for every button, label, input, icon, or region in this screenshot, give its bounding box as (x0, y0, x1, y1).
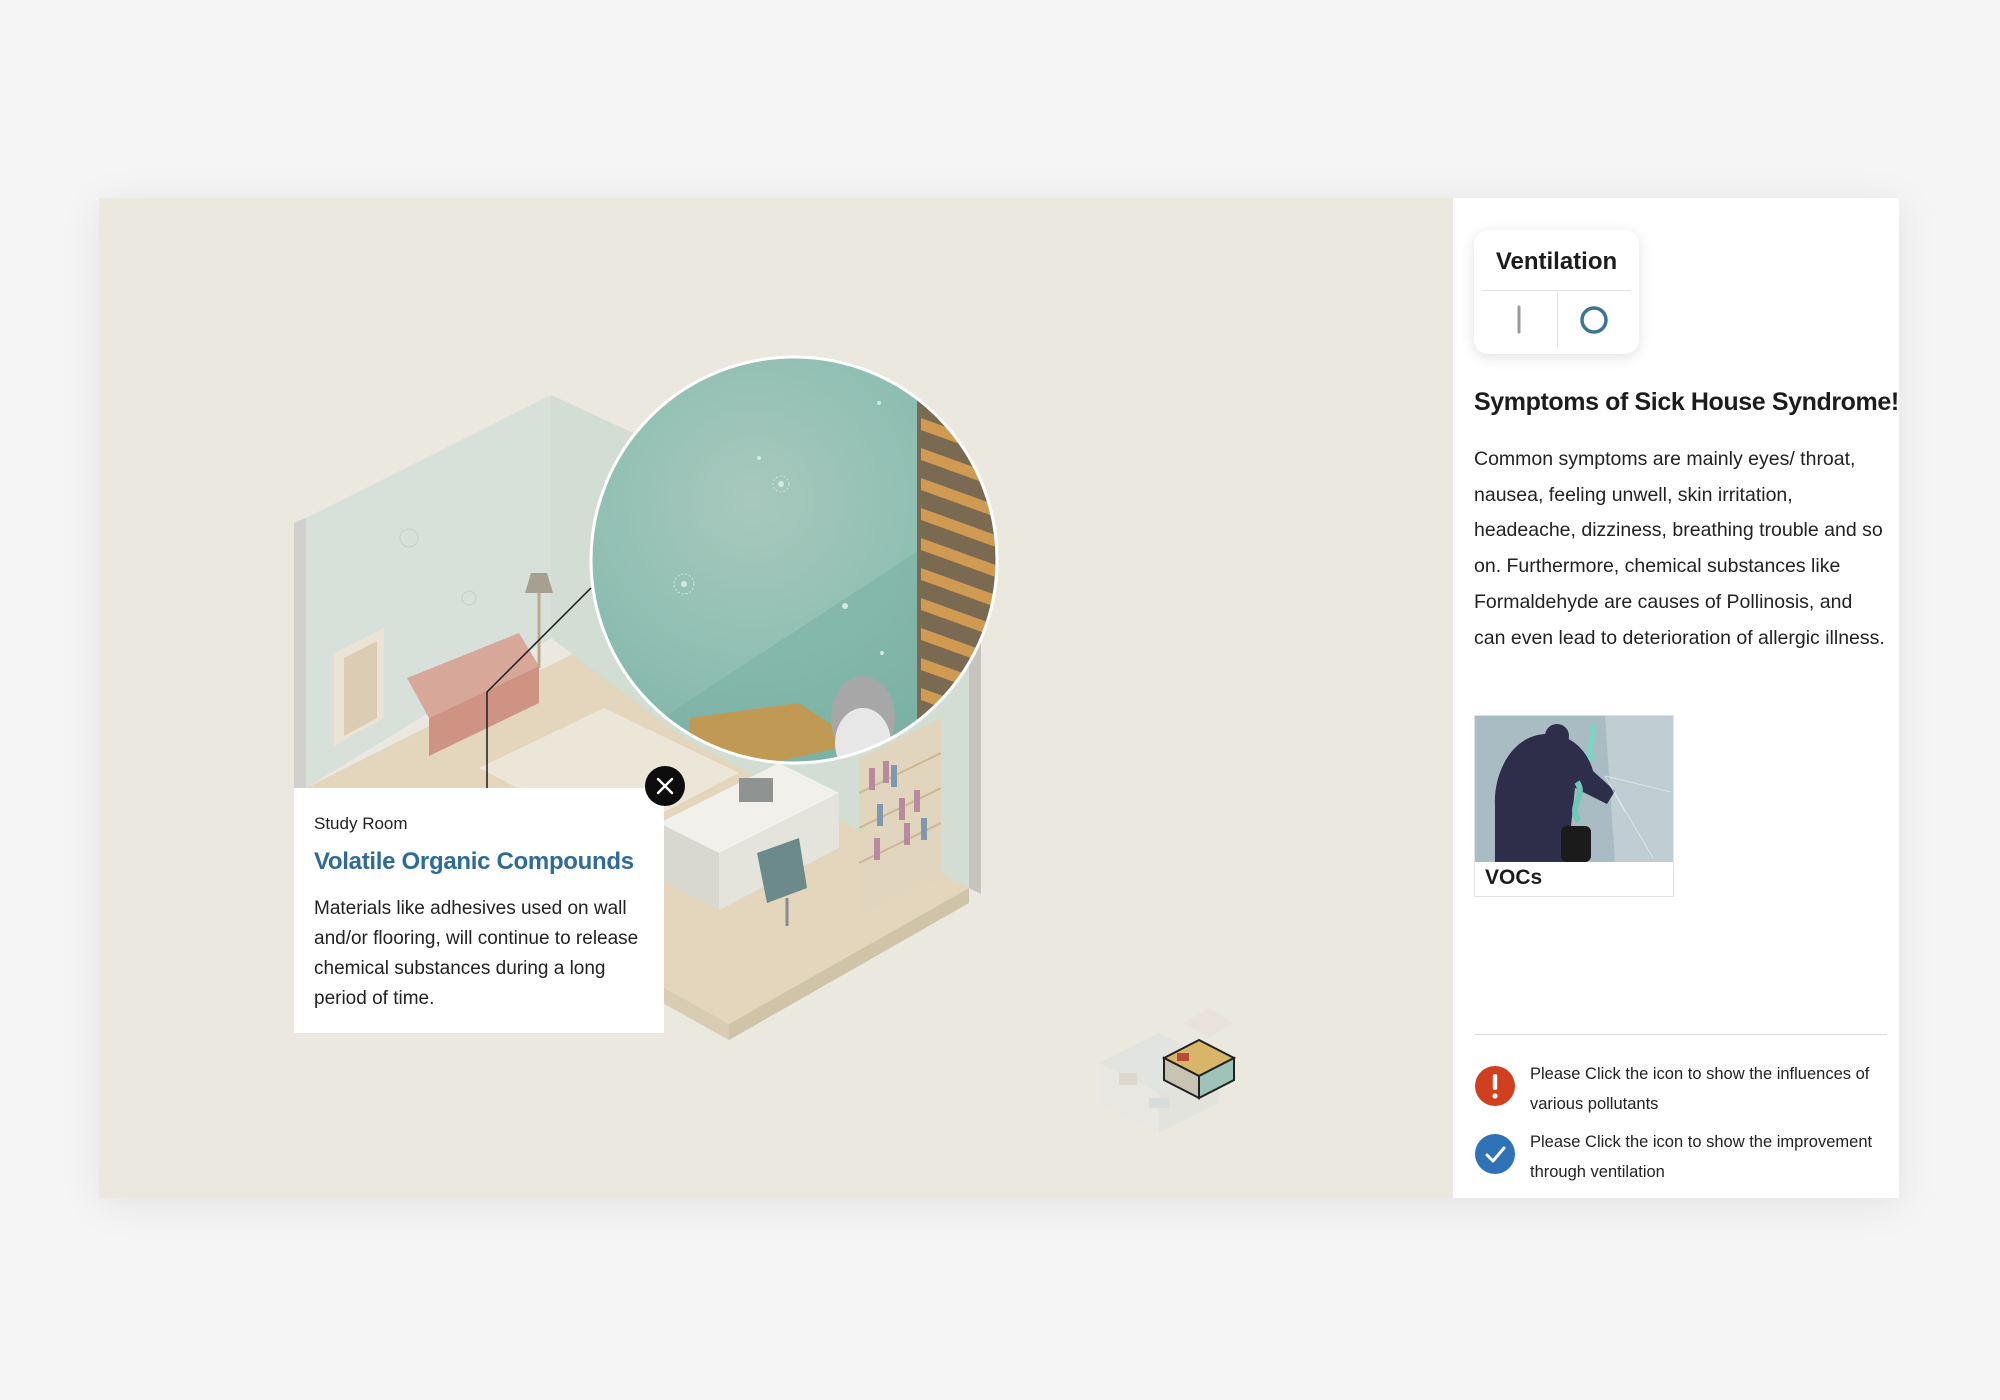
symptoms-heading: Symptoms of Sick House Syndrome! (1474, 388, 1899, 416)
vocs-card-label: VOCs (1485, 866, 1543, 889)
ventilation-off-button[interactable] (1482, 292, 1557, 348)
check-icon[interactable] (1474, 1133, 1516, 1175)
close-popup-button[interactable] (645, 766, 685, 806)
divider (1474, 1034, 1887, 1035)
popup-room-name: Study Room (314, 814, 408, 833)
room-scene (99, 198, 1453, 1198)
house-minimap[interactable] (1089, 1003, 1249, 1153)
vocs-card[interactable]: VOCs (1474, 715, 1674, 897)
ventilation-title: Ventilation (1495, 248, 1618, 275)
legend-pollutants-text: Please Click the icon to show the influe… (1530, 1065, 1870, 1113)
info-popup: Study Room Volatile Organic Compounds Ma… (294, 788, 664, 1033)
alert-icon[interactable] (1474, 1065, 1516, 1107)
power-on-icon (1580, 306, 1608, 334)
divider (1482, 290, 1631, 291)
info-panel: Ventilation Symptoms of Sick House Syndr… (1453, 198, 1899, 1198)
close-icon (656, 777, 674, 795)
ventilation-on-button[interactable] (1558, 292, 1631, 348)
app-frame: Study Room Volatile Organic Compounds Ma… (99, 198, 1899, 1198)
ventilation-toggle: Ventilation (1474, 230, 1639, 354)
vocs-thumbnail (1475, 716, 1673, 862)
legend-ventilation-text: Please Click the icon to show the improv… (1530, 1133, 1873, 1181)
popup-title: Volatile Organic Compounds (314, 848, 634, 875)
popup-description: Materials like adhesives used on wall an… (314, 898, 639, 1009)
isometric-room-illustration (294, 355, 999, 1040)
symptoms-body: Common symptoms are mainly eyes/ throat,… (1474, 448, 1885, 649)
power-off-icon (1517, 305, 1521, 334)
